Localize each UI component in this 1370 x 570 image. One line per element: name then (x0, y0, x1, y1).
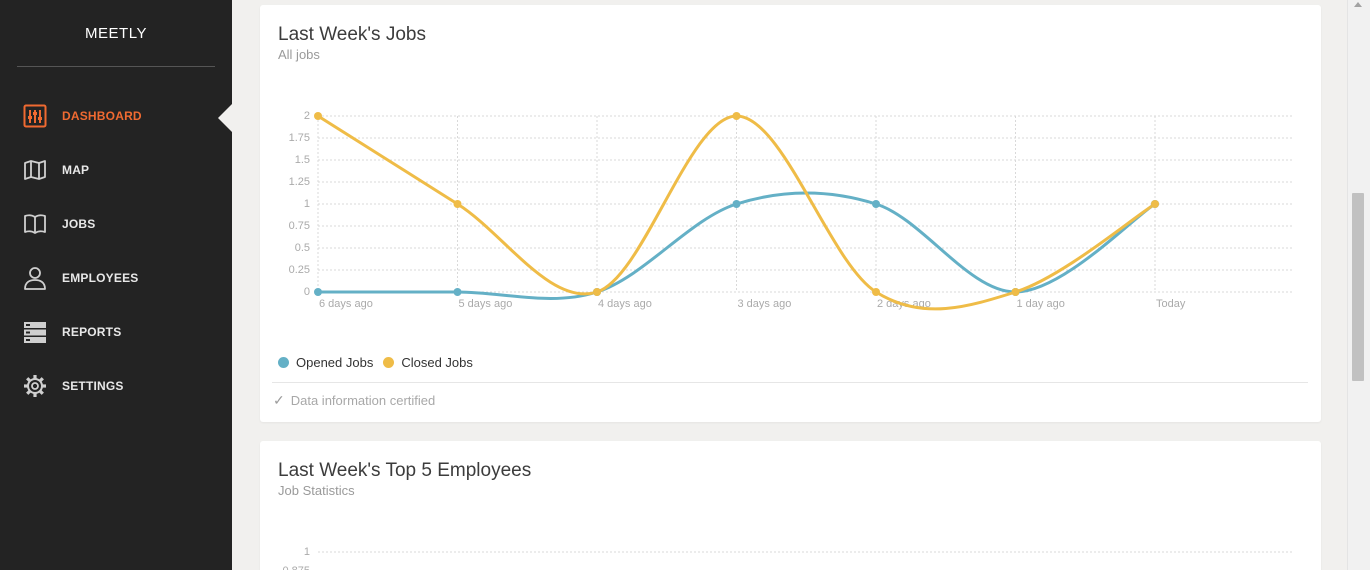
x-tick-label: 1 day ago (1017, 298, 1065, 310)
y-tick-label: 1 (304, 546, 310, 558)
app-brand[interactable]: MEETLY (0, 0, 232, 66)
sidebar-item-jobs[interactable]: JOBS (0, 204, 232, 244)
card-footer: ✓ Data information certified (273, 392, 435, 409)
book-icon (22, 211, 48, 237)
jobs-line-chart: 0 0.25 0.5 0.75 1 1.25 1.5 1.75 2 6 days ago 5 da… (289, 110, 1293, 311)
user-icon (22, 265, 48, 291)
legend-label: Closed Jobs (401, 355, 473, 370)
gear-icon (22, 373, 48, 399)
data-point (732, 112, 741, 120)
y-tick-label: 1 (304, 198, 310, 210)
sidebar-item-map[interactable]: MAP (0, 150, 232, 190)
reports-icon (22, 319, 48, 345)
sidebar-item-label: MAP (62, 163, 90, 177)
x-tick-label: Today (1156, 298, 1186, 310)
y-tick-label: 0.875 (282, 565, 310, 570)
y-tick-label: 1.25 (289, 176, 310, 188)
footer-text: Data information certified (290, 393, 436, 408)
data-point (1151, 200, 1159, 208)
sidebar-item-label: DASHBOARD (62, 109, 142, 123)
chart-legend: Opened Jobs Closed Jobs (278, 355, 483, 370)
employees-card: Last Week's Top 5 Employees Job Statisti… (260, 441, 1321, 570)
y-tick-label: 2 (304, 110, 310, 122)
sidebar-item-settings[interactable]: SETTINGS (0, 366, 232, 406)
data-point (314, 112, 322, 120)
sidebar-item-label: JOBS (62, 217, 96, 231)
map-icon (22, 157, 48, 183)
brand-divider (17, 66, 215, 67)
y-tick-label: 1.75 (289, 132, 310, 144)
data-point (872, 288, 880, 296)
data-point (453, 200, 462, 208)
sidebar-item-employees[interactable]: EMPLOYEES (0, 258, 232, 298)
data-point (453, 288, 462, 296)
employees-bar-chart: 1 0.875 (282, 546, 1293, 570)
sidebar-item-label: REPORTS (62, 325, 122, 339)
jobs-card: Last Week's Jobs All jobs 0 0.25 0.5 0.75 1 1… (260, 5, 1321, 422)
sidebar-item-reports[interactable]: REPORTS (0, 312, 232, 352)
x-tick-label: 5 days ago (459, 298, 513, 310)
legend-label: Opened Jobs (296, 355, 374, 370)
dashboard-icon (22, 103, 48, 129)
y-tick-label: 1.5 (295, 154, 310, 166)
card-footer-divider (272, 382, 1308, 383)
data-point (732, 200, 741, 208)
x-tick-label: 4 days ago (598, 298, 652, 310)
legend-item-closed[interactable]: Closed Jobs (383, 355, 473, 370)
data-point (593, 288, 601, 296)
active-indicator (218, 104, 232, 132)
x-tick-label: 3 days ago (738, 298, 792, 310)
scroll-thumb[interactable] (1352, 193, 1364, 381)
data-point (1011, 288, 1020, 296)
x-tick-label: 6 days ago (319, 298, 373, 310)
data-point (872, 200, 880, 208)
y-tick-label: 0.75 (289, 220, 310, 232)
legend-dot (383, 357, 395, 368)
sidebar: MEETLY DASHBOARD MAP JOBS EMPLOYEES REPO… (0, 0, 232, 570)
data-point (314, 288, 322, 296)
y-tick-label: 0 (304, 286, 310, 298)
check-icon: ✓ (273, 392, 285, 408)
sidebar-item-dashboard[interactable]: DASHBOARD (0, 96, 232, 136)
sidebar-item-label: SETTINGS (62, 379, 124, 393)
sidebar-item-label: EMPLOYEES (62, 271, 139, 285)
y-tick-label: 0.5 (295, 242, 310, 254)
legend-item-opened[interactable]: Opened Jobs (278, 355, 373, 370)
scroll-up-icon[interactable] (1354, 2, 1362, 7)
y-tick-label: 0.25 (289, 264, 310, 276)
page-scrollbar[interactable] (1347, 0, 1370, 570)
legend-dot (278, 357, 289, 368)
